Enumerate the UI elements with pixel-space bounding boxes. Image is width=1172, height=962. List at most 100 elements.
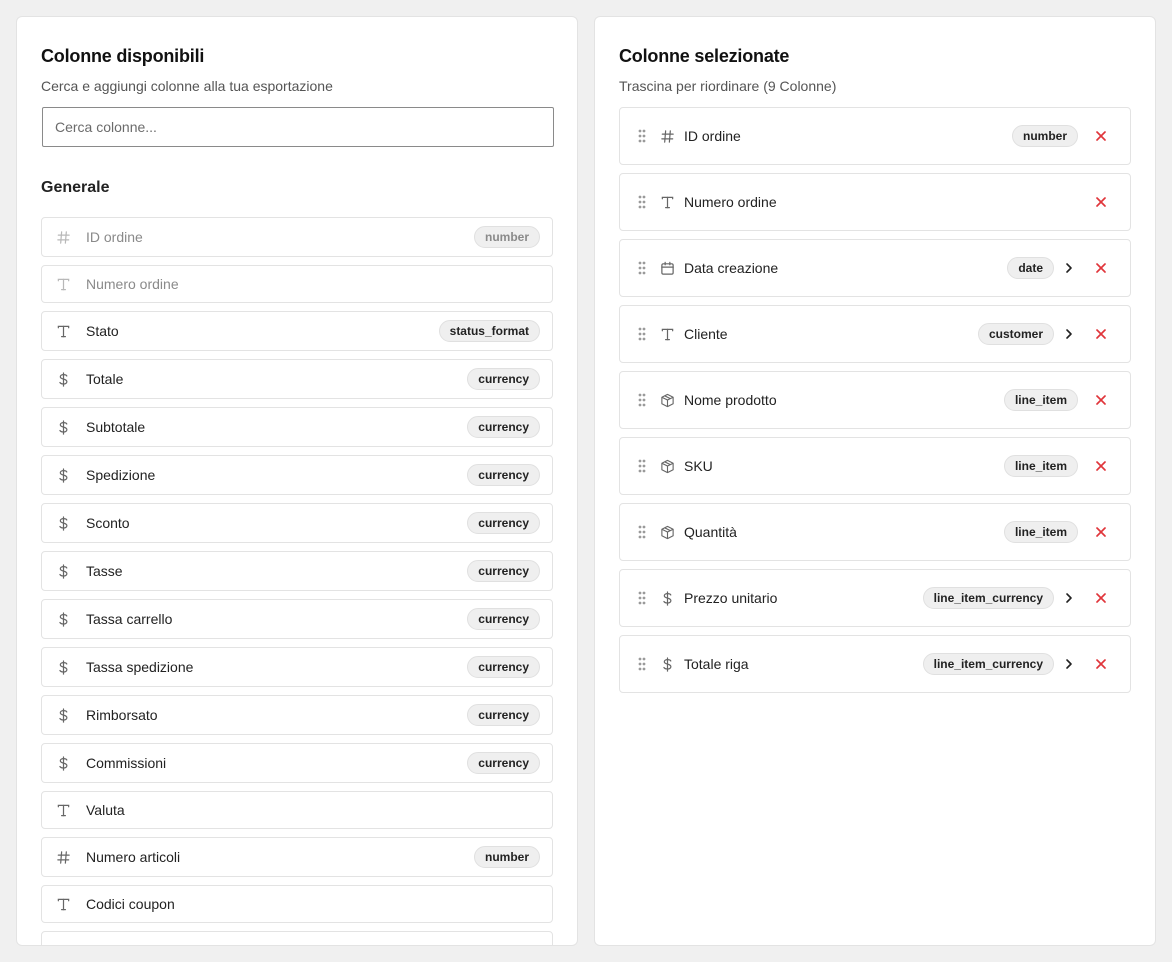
drag-handle-icon[interactable] bbox=[638, 657, 646, 671]
available-column-sconto[interactable]: Sconto currency bbox=[41, 503, 553, 543]
selected-column-id-ordine[interactable]: ID ordine number bbox=[619, 107, 1131, 165]
drag-handle-icon[interactable] bbox=[638, 261, 646, 275]
text-icon bbox=[658, 193, 676, 211]
available-column-numero-articoli[interactable]: Numero articoli number bbox=[41, 837, 553, 877]
column-label: Totale bbox=[86, 371, 124, 387]
available-column-totale[interactable]: Totale currency bbox=[41, 359, 553, 399]
selected-column-numero-ordine[interactable]: Numero ordine bbox=[619, 173, 1131, 231]
selected-columns-panel: Colonne selezionate Trascina per riordin… bbox=[594, 16, 1156, 946]
column-label: Tasse bbox=[86, 563, 123, 579]
dollar-icon bbox=[54, 514, 72, 532]
type-badge: number bbox=[1011, 125, 1078, 147]
column-label: Totale riga bbox=[684, 656, 749, 672]
column-label: Spedizione bbox=[86, 467, 156, 483]
available-column-tasse[interactable]: Tasse currency bbox=[41, 551, 553, 591]
selected-column-data-creazione[interactable]: Data creazione date bbox=[619, 239, 1131, 297]
type-badge: currency bbox=[467, 464, 540, 486]
available-column-valuta[interactable]: Valuta bbox=[41, 791, 553, 829]
type-badge: status_format bbox=[438, 320, 540, 342]
dollar-icon bbox=[658, 655, 676, 673]
available-column-stato[interactable]: Stato status_format bbox=[41, 311, 553, 351]
column-label: Codici coupon bbox=[86, 896, 175, 912]
selected-column-cliente[interactable]: Cliente customer bbox=[619, 305, 1131, 363]
selected-panel-title: Colonne selezionate bbox=[619, 46, 790, 66]
drag-handle-icon[interactable] bbox=[638, 591, 646, 605]
type-badge: line_item bbox=[1003, 455, 1078, 477]
remove-icon[interactable] bbox=[1094, 591, 1108, 605]
dollar-icon bbox=[54, 562, 72, 580]
drag-handle-icon[interactable] bbox=[638, 327, 646, 341]
remove-icon[interactable] bbox=[1094, 657, 1108, 671]
available-column-tassa-spedizione[interactable]: Tassa spedizione currency bbox=[41, 647, 553, 687]
remove-icon[interactable] bbox=[1094, 261, 1108, 275]
drag-handle-icon[interactable] bbox=[638, 195, 646, 209]
selected-panel-subtitle: Trascina per riordinare (9 Colonne) bbox=[619, 78, 837, 94]
drag-handle-icon[interactable] bbox=[638, 525, 646, 539]
available-column-spedizione[interactable]: Spedizione currency bbox=[41, 455, 553, 495]
selected-column-sku[interactable]: SKU line_item bbox=[619, 437, 1131, 495]
available-column-codici-coupon[interactable]: Codici coupon bbox=[41, 885, 553, 923]
column-label: Cliente bbox=[684, 326, 728, 342]
available-column-subtotale[interactable]: Subtotale currency bbox=[41, 407, 553, 447]
remove-icon[interactable] bbox=[1094, 129, 1108, 143]
type-badge: currency bbox=[467, 560, 540, 582]
available-column-item-15[interactable] bbox=[41, 931, 553, 945]
box-icon bbox=[658, 523, 676, 541]
column-label: ID ordine bbox=[684, 128, 741, 144]
dollar-icon bbox=[54, 418, 72, 436]
column-label: ID ordine bbox=[86, 229, 143, 245]
box-icon bbox=[658, 457, 676, 475]
type-badge: currency bbox=[467, 656, 540, 678]
remove-icon[interactable] bbox=[1094, 525, 1108, 539]
column-label: Nome prodotto bbox=[684, 392, 777, 408]
text-icon bbox=[658, 325, 676, 343]
dollar-icon bbox=[658, 589, 676, 607]
drag-handle-icon[interactable] bbox=[638, 393, 646, 407]
calendar-icon bbox=[658, 259, 676, 277]
column-label: Numero articoli bbox=[86, 849, 181, 865]
column-label: Subtotale bbox=[86, 419, 146, 435]
column-label: Numero ordine bbox=[684, 194, 777, 210]
available-columns-panel: Colonne disponibili Cerca e aggiungi col… bbox=[16, 16, 578, 946]
remove-icon[interactable] bbox=[1094, 195, 1108, 209]
column-label: Rimborsato bbox=[86, 707, 158, 723]
available-column-rimborsato[interactable]: Rimborsato currency bbox=[41, 695, 553, 735]
column-label: Tassa carrello bbox=[86, 611, 173, 627]
drag-handle-icon[interactable] bbox=[638, 129, 646, 143]
remove-icon[interactable] bbox=[1094, 393, 1108, 407]
hash-icon bbox=[658, 127, 676, 145]
search-input[interactable] bbox=[42, 107, 554, 147]
type-badge: line_item_currency bbox=[922, 587, 1054, 609]
remove-icon[interactable] bbox=[1094, 327, 1108, 341]
dollar-icon bbox=[54, 658, 72, 676]
selected-column-prezzo-unitario[interactable]: Prezzo unitario line_item_currency bbox=[619, 569, 1131, 627]
text-icon bbox=[54, 942, 72, 945]
available-column-tassa-carrello[interactable]: Tassa carrello currency bbox=[41, 599, 553, 639]
column-label: Sconto bbox=[86, 515, 130, 531]
text-icon bbox=[54, 801, 72, 819]
dollar-icon bbox=[54, 370, 72, 388]
column-label: Tassa spedizione bbox=[86, 659, 194, 675]
selected-column-totale-riga[interactable]: Totale riga line_item_currency bbox=[619, 635, 1131, 693]
type-badge: line_item bbox=[1003, 389, 1078, 411]
chevron-right-icon[interactable] bbox=[1062, 261, 1076, 275]
chevron-right-icon[interactable] bbox=[1062, 657, 1076, 671]
section-title-generale: Generale bbox=[41, 179, 110, 196]
selected-column-nome-prodotto[interactable]: Nome prodotto line_item bbox=[619, 371, 1131, 429]
type-badge: date bbox=[1007, 257, 1054, 279]
dollar-icon bbox=[54, 754, 72, 772]
chevron-right-icon[interactable] bbox=[1062, 327, 1076, 341]
available-column-numero-ordine[interactable]: Numero ordine bbox=[41, 265, 553, 303]
available-column-id-ordine[interactable]: ID ordine number bbox=[41, 217, 553, 257]
column-label: Numero ordine bbox=[86, 276, 179, 292]
available-panel-title: Colonne disponibili bbox=[41, 46, 205, 66]
remove-icon[interactable] bbox=[1094, 459, 1108, 473]
type-badge: number bbox=[473, 226, 540, 248]
selected-column-quantita[interactable]: Quantità line_item bbox=[619, 503, 1131, 561]
chevron-right-icon[interactable] bbox=[1062, 591, 1076, 605]
available-column-commissioni[interactable]: Commissioni currency bbox=[41, 743, 553, 783]
drag-handle-icon[interactable] bbox=[638, 459, 646, 473]
type-badge: line_item bbox=[1003, 521, 1078, 543]
dollar-icon bbox=[54, 466, 72, 484]
dollar-icon bbox=[54, 610, 72, 628]
